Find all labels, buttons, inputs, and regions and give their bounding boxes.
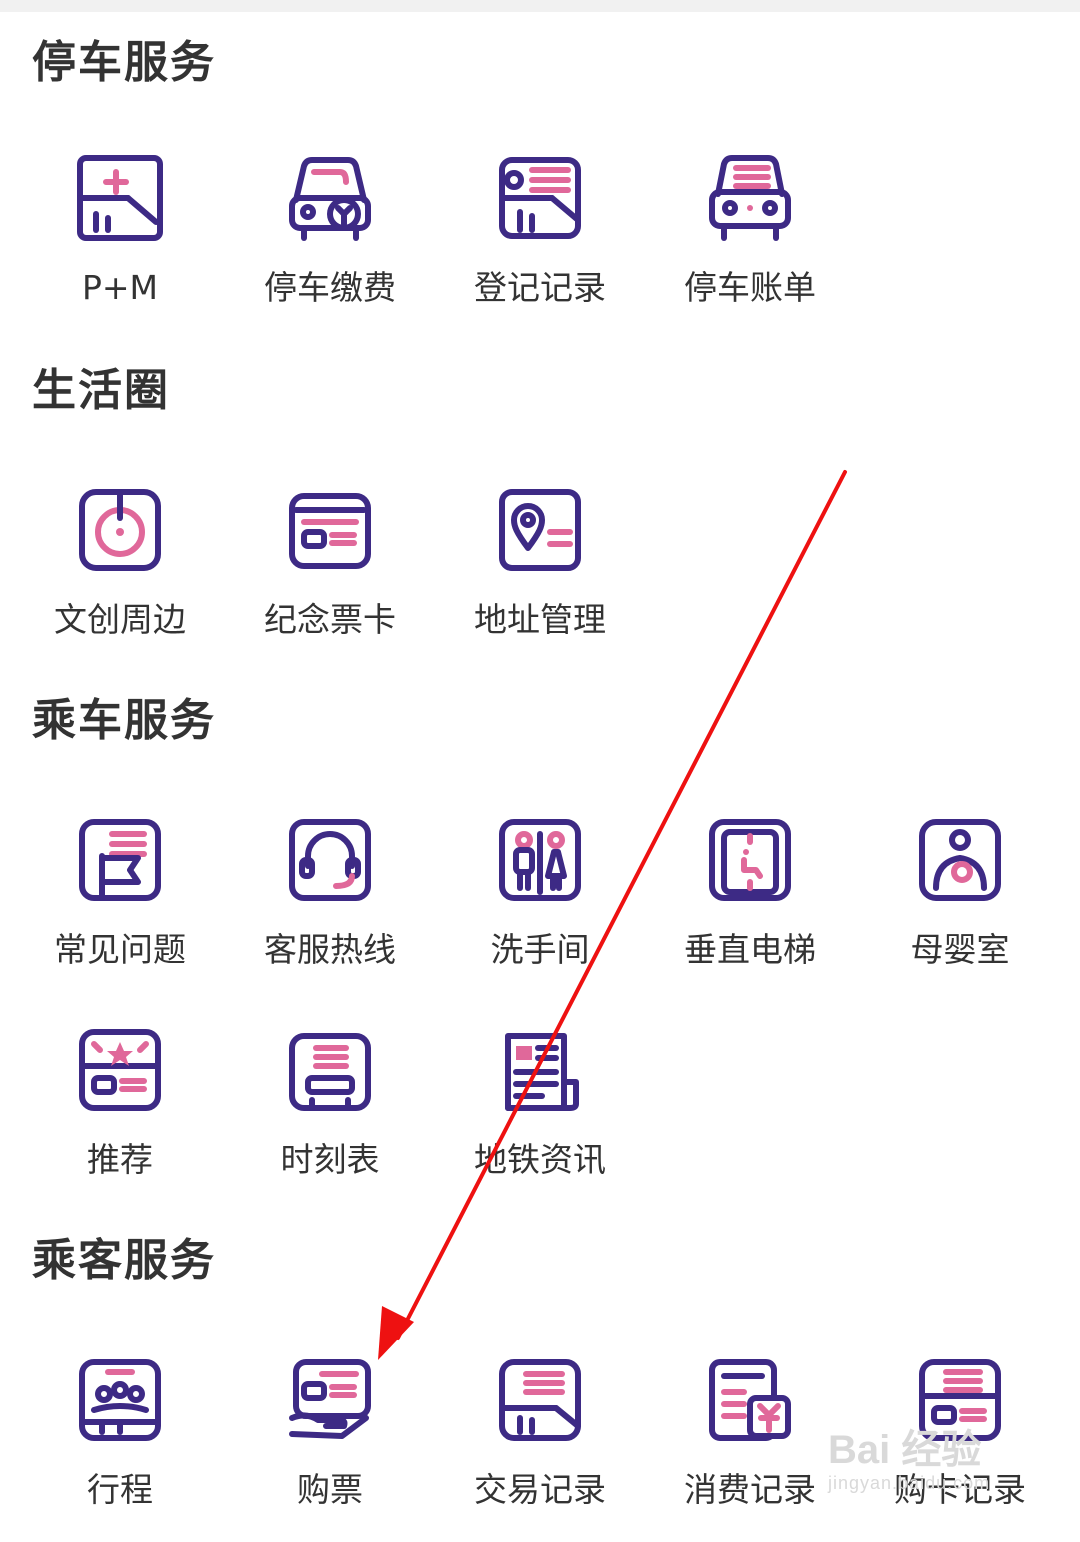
service-label: 地址管理 — [474, 600, 606, 639]
service-tile[interactable]: 洗手间 — [435, 812, 645, 992]
section-title: 生活圈 — [32, 365, 170, 416]
recommend-icon — [72, 1022, 168, 1118]
customer-hotline-icon — [282, 812, 378, 908]
service-tile[interactable]: 常见问题 — [15, 812, 225, 992]
consumption-record-icon — [702, 1352, 798, 1448]
metro-news-icon — [492, 1022, 588, 1118]
faq-icon — [72, 812, 168, 908]
p-plus-m-icon — [72, 150, 168, 246]
service-tile[interactable]: 文创周边 — [15, 482, 225, 662]
service-label: 推荐 — [87, 1140, 153, 1179]
cultural-products-icon — [72, 482, 168, 578]
service-label: 停车缴费 — [264, 268, 396, 307]
section-title: 乘车服务 — [32, 695, 216, 746]
service-label: 文创周边 — [54, 600, 186, 639]
nursing-room-icon — [912, 812, 1008, 908]
service-label: 常见问题 — [54, 930, 186, 969]
service-label: 停车账单 — [684, 268, 816, 307]
service-label: 客服热线 — [264, 930, 396, 969]
service-tile[interactable]: 母婴室 — [855, 812, 1065, 992]
service-tile[interactable]: 客服热线 — [225, 812, 435, 992]
buy-ticket-icon — [282, 1352, 378, 1448]
service-label: 洗手间 — [490, 930, 590, 969]
service-tile[interactable]: 推荐 — [15, 1022, 225, 1202]
timetable-icon — [282, 1022, 378, 1118]
service-label: 交易记录 — [474, 1470, 606, 1509]
service-tile[interactable]: 地铁资讯 — [435, 1022, 645, 1202]
service-label: 消费记录 — [684, 1470, 816, 1509]
service-label: 时刻表 — [280, 1140, 380, 1179]
service-tile[interactable]: 交易记录 — [435, 1352, 645, 1532]
service-label: P+M — [81, 268, 159, 307]
service-label: 纪念票卡 — [264, 600, 396, 639]
section-title: 停车服务 — [32, 37, 216, 88]
service-tile[interactable]: 登记记录 — [435, 150, 645, 330]
service-tile[interactable]: 地址管理 — [435, 482, 645, 662]
service-tile[interactable]: 时刻表 — [225, 1022, 435, 1202]
restroom-icon — [492, 812, 588, 908]
service-tile[interactable]: 停车缴费 — [225, 150, 435, 330]
transaction-record-icon — [492, 1352, 588, 1448]
service-tile[interactable]: 纪念票卡 — [225, 482, 435, 662]
service-label: 登记记录 — [474, 268, 606, 307]
service-tile[interactable]: 停车账单 — [645, 150, 855, 330]
watermark: Bai 经验 jingyan.baidu.com — [828, 1428, 990, 1494]
section-title: 乘客服务 — [32, 1235, 216, 1286]
service-label: 垂直电梯 — [684, 930, 816, 969]
address-management-icon — [492, 482, 588, 578]
watermark-logo: Bai 经验 — [828, 1428, 982, 1472]
service-label: 行程 — [87, 1470, 153, 1509]
service-label: 地铁资讯 — [474, 1140, 606, 1179]
parking-payment-icon — [282, 150, 378, 246]
top-edge-strip — [0, 0, 1080, 12]
service-tile[interactable]: P+M — [15, 150, 225, 330]
service-tile[interactable]: 行程 — [15, 1352, 225, 1532]
registration-record-icon — [492, 150, 588, 246]
service-label: 母婴室 — [910, 930, 1010, 969]
parking-bill-icon — [702, 150, 798, 246]
service-tile[interactable]: 垂直电梯 — [645, 812, 855, 992]
souvenir-card-icon — [282, 482, 378, 578]
trip-icon — [72, 1352, 168, 1448]
service-label: 购票 — [297, 1470, 363, 1509]
watermark-url: jingyan.baidu.com — [828, 1473, 991, 1493]
service-tile[interactable]: 消费记录 — [645, 1352, 855, 1532]
service-tile[interactable]: 购票 — [225, 1352, 435, 1532]
elevator-icon — [702, 812, 798, 908]
